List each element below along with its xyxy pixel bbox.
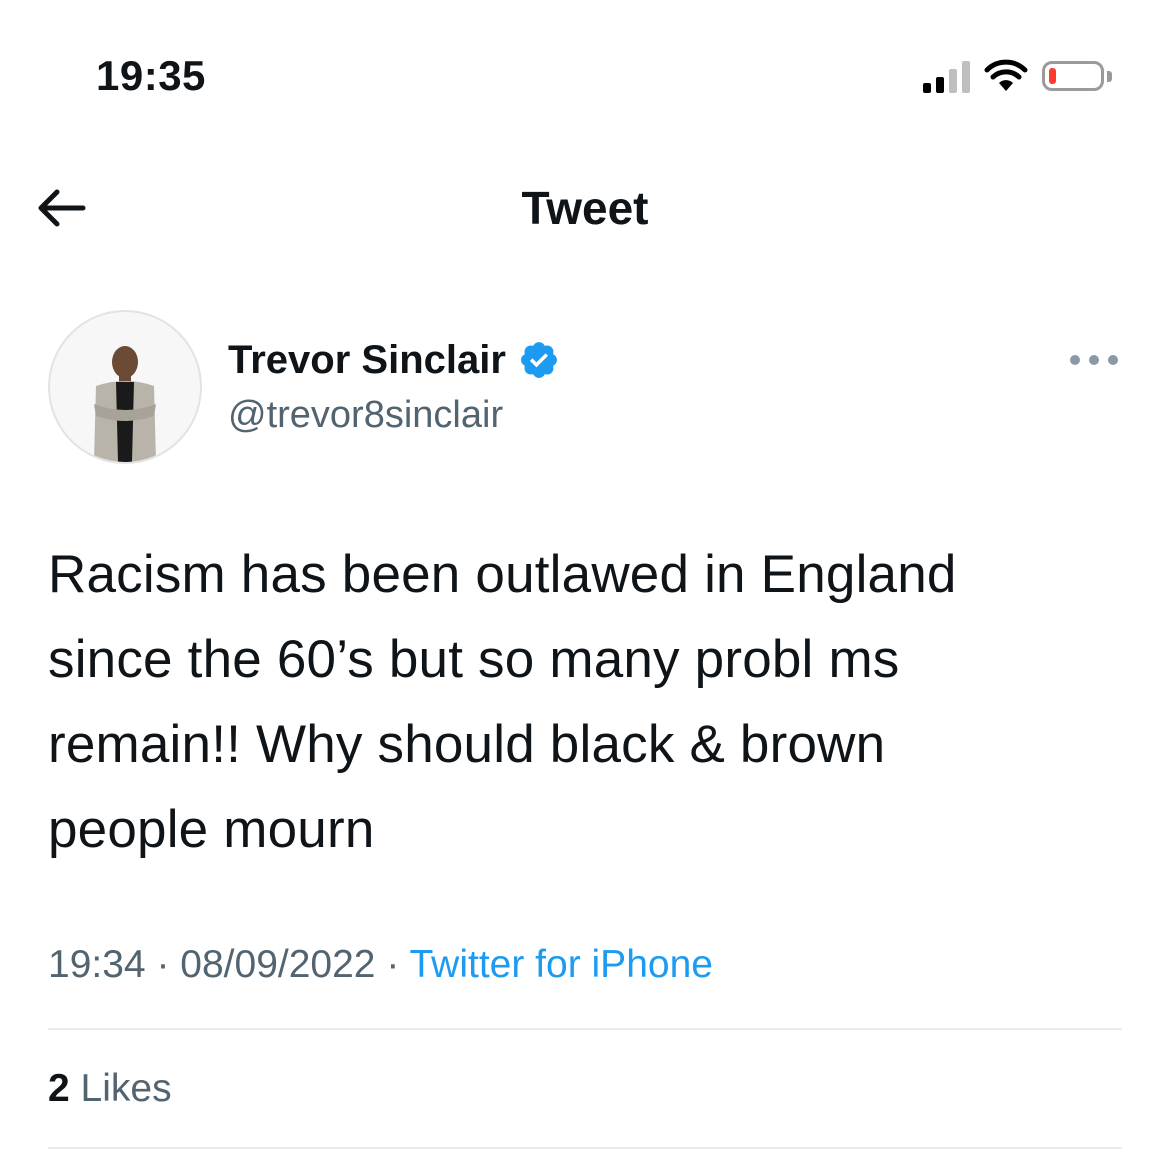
tweet-source-link[interactable]: Twitter for iPhone — [409, 943, 712, 986]
divider — [48, 1147, 1122, 1149]
status-icons — [923, 56, 1112, 96]
divider — [48, 1028, 1122, 1030]
likes-count: 2 — [48, 1067, 70, 1110]
author-name-row[interactable]: Trevor Sinclair — [228, 336, 560, 384]
tweet-meta: 19:34 · 08/09/2022 · Twitter for iPhone — [48, 940, 713, 990]
battery-cap — [1107, 70, 1112, 82]
likes-stat[interactable]: 2 Likes — [48, 1064, 172, 1114]
author-handle[interactable]: @trevor8sinclair — [228, 392, 503, 438]
cellular-signal-icon — [923, 59, 970, 93]
page-title: Tweet — [521, 182, 649, 234]
wifi-icon — [984, 59, 1028, 91]
author-name[interactable]: Trevor Sinclair — [228, 336, 506, 384]
avatar[interactable] — [48, 310, 202, 464]
verified-badge-icon — [520, 342, 557, 378]
tweet-date[interactable]: 08/09/2022 — [180, 943, 375, 986]
meta-separator: · — [386, 943, 400, 986]
status-time: 19:35 — [96, 52, 206, 99]
tweet-text: Racism has been outlawed in England sinc… — [48, 545, 957, 859]
meta-separator: · — [156, 943, 170, 986]
tweet-time[interactable]: 19:34 — [48, 943, 146, 986]
likes-label: Likes — [80, 1067, 172, 1110]
profile-photo — [94, 346, 156, 462]
more-horizontal-icon[interactable] — [1070, 350, 1118, 370]
battery-low-icon — [1042, 61, 1104, 91]
